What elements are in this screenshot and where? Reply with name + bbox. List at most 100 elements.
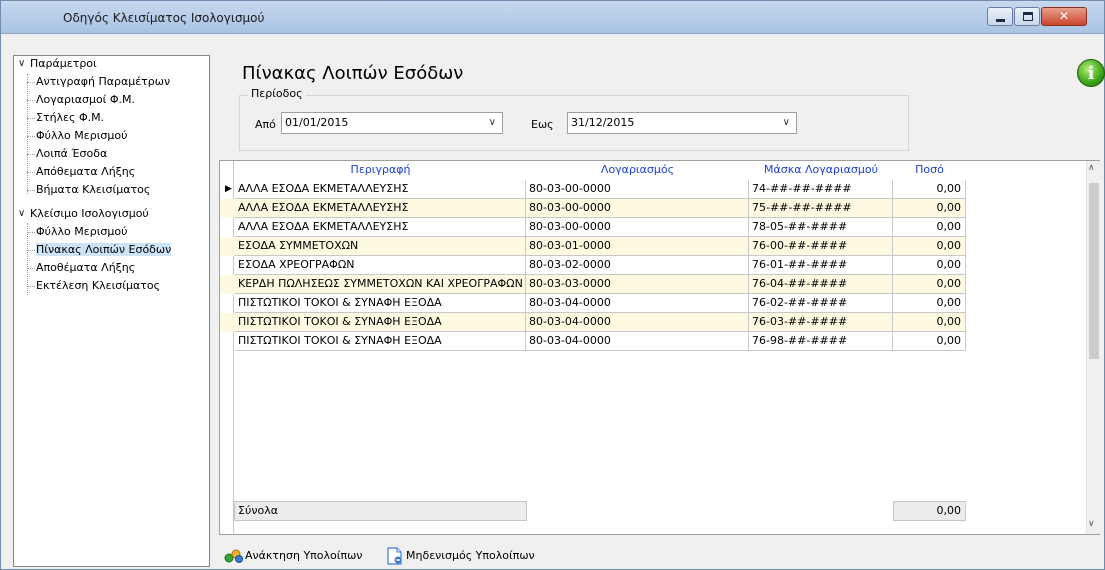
tree-node-label: Παράμετροι xyxy=(30,57,97,70)
totals-label: Σύνολα xyxy=(234,501,527,521)
cell-account[interactable]: 80-03-03-0000 xyxy=(526,275,749,294)
app-window: Οδηγός Κλεισίματος Ισολογισμού ✕ ∨ Παράμ… xyxy=(0,0,1105,570)
close-button[interactable]: ✕ xyxy=(1041,7,1087,26)
cell-account-mask[interactable]: 78-05-##-#### xyxy=(749,218,893,237)
tree-item-closing-stock-2[interactable]: Αποθέματα Λήξης xyxy=(36,260,135,276)
totals-value: 0,00 xyxy=(893,501,966,521)
cell-amount[interactable]: 0,00 xyxy=(893,275,966,294)
tree-item-execute-closing[interactable]: Εκτέλεση Κλεισίματος xyxy=(36,278,160,294)
cell-description[interactable]: ΕΣΟΔΑ ΧΡΕΟΓΡΑΦΩΝ xyxy=(235,256,526,275)
tree-line xyxy=(27,268,35,269)
to-label: Εως xyxy=(531,118,554,131)
cell-account[interactable]: 80-03-00-0000 xyxy=(526,180,749,199)
tree-line xyxy=(27,74,28,194)
table-row[interactable]: ΠΙΣΤΩΤΙΚΟΙ ΤΟΚΟΙ & ΣΥΝΑΦΗ ΕΞΟΔΑ 80-03-04-… xyxy=(220,313,966,332)
tree-item-columns[interactable]: Στήλες Φ.Μ. xyxy=(36,110,104,126)
cell-account-mask[interactable]: 76-00-##-#### xyxy=(749,237,893,256)
title-bar[interactable]: Οδηγός Κλεισίματος Ισολογισμού ✕ xyxy=(1,1,1104,34)
column-header-account[interactable]: Λογαριασμός xyxy=(526,163,749,179)
cell-account[interactable]: 80-03-01-0000 xyxy=(526,237,749,256)
table-row[interactable]: ▶ ΑΛΛΑ ΕΣΟΔΑ ΕΚΜΕΤΑΛΛΕΥΣΗΣ 80-03-00-0000 74… xyxy=(220,180,966,199)
tree-line xyxy=(27,118,35,119)
restore-balances-label: Ανάκτηση Υπολοίπων xyxy=(245,549,363,562)
tree-line xyxy=(27,250,35,251)
tree-line xyxy=(27,154,35,155)
cell-account-mask[interactable]: 76-04-##-#### xyxy=(749,275,893,294)
cell-account-mask[interactable]: 76-03-##-#### xyxy=(749,313,893,332)
cell-account[interactable]: 80-03-00-0000 xyxy=(526,199,749,218)
column-header-account-mask[interactable]: Μάσκα Λογαριασμού xyxy=(749,163,893,179)
tree-item-other-income[interactable]: Λοιπά Έσοδα xyxy=(36,146,107,162)
cell-amount[interactable]: 0,00 xyxy=(893,180,966,199)
cell-amount[interactable]: 0,00 xyxy=(893,332,966,351)
cell-amount[interactable]: 0,00 xyxy=(893,313,966,332)
tree-item-copy-parameters[interactable]: Αντιγραφή Παραμέτρων xyxy=(36,74,170,90)
cell-account-mask[interactable]: 76-01-##-#### xyxy=(749,256,893,275)
cell-description[interactable]: ΠΙΣΤΩΤΙΚΟΙ ΤΟΚΟΙ & ΣΥΝΑΦΗ ΕΞΟΔΑ xyxy=(235,294,526,313)
cell-account[interactable]: 80-03-00-0000 xyxy=(526,218,749,237)
zero-balances-label: Μηδενισμός Υπολοίπων xyxy=(406,549,535,562)
cell-account-mask[interactable]: 76-02-##-#### xyxy=(749,294,893,313)
from-date-select[interactable]: 01/01/2015 ∨ xyxy=(281,112,503,134)
cell-amount[interactable]: 0,00 xyxy=(893,218,966,237)
chevron-down-icon[interactable]: ∨ xyxy=(18,56,25,72)
cell-account-mask[interactable]: 76-98-##-#### xyxy=(749,332,893,351)
scroll-up-icon[interactable]: ∧ xyxy=(1088,163,1095,173)
cell-description[interactable]: ΠΙΣΤΩΤΙΚΟΙ ΤΟΚΟΙ & ΣΥΝΑΦΗ ΕΞΟΔΑ xyxy=(235,332,526,351)
period-legend: Περίοδος xyxy=(248,87,306,100)
main-panel: Πίνακας Λοιπών Εσόδων i Περίοδος Από 01/… xyxy=(215,55,1105,567)
vertical-scrollbar[interactable]: ∧ ∨ xyxy=(1086,161,1100,534)
scroll-down-icon[interactable]: ∨ xyxy=(1088,519,1095,529)
maximize-button[interactable] xyxy=(1014,7,1040,26)
data-grid[interactable]: Περιγραφή Λογαριασμός Μάσκα Λογαριασμού … xyxy=(219,160,1100,535)
tree-line xyxy=(27,100,35,101)
tree-item-closing-steps[interactable]: Βήματα Κλεισίματος xyxy=(36,182,150,198)
tree-item-accounts[interactable]: Λογαριασμοί Φ.Μ. xyxy=(36,92,135,108)
cell-account-mask[interactable]: 74-##-##-#### xyxy=(749,180,893,199)
tree-line xyxy=(27,286,35,287)
cell-description[interactable]: ΕΣΟΔΑ ΣΥΜΜΕΤΟΧΩΝ xyxy=(235,237,526,256)
chevron-down-icon[interactable]: ∨ xyxy=(783,113,790,133)
minimize-icon xyxy=(996,19,1005,22)
tree-line xyxy=(27,172,35,173)
tree-line xyxy=(27,232,35,233)
cell-description[interactable]: ΚΕΡΔΗ ΠΩΛΗΣΕΩΣ ΣΥΜΜΕΤΟΧΩΝ ΚΑΙ ΧΡΕΟΓΡΑΦΩΝ xyxy=(235,275,526,294)
tree-line xyxy=(27,190,35,191)
table-row[interactable]: ΕΣΟΔΑ ΧΡΕΟΓΡΑΦΩΝ 80-03-02-0000 76-01-##-##… xyxy=(220,256,966,275)
cell-account[interactable]: 80-03-04-0000 xyxy=(526,332,749,351)
table-row[interactable]: ΑΛΛΑ ΕΣΟΔΑ ΕΚΜΕΤΑΛΛΕΥΣΗΣ 80-03-00-0000 78-… xyxy=(220,218,966,237)
table-row[interactable]: ΑΛΛΑ ΕΣΟΔΑ ΕΚΜΕΤΑΛΛΕΥΣΗΣ 80-03-00-0000 75-… xyxy=(220,199,966,218)
cell-account-mask[interactable]: 75-##-##-#### xyxy=(749,199,893,218)
table-row[interactable]: ΚΕΡΔΗ ΠΩΛΗΣΕΩΣ ΣΥΜΜΕΤΟΧΩΝ ΚΑΙ ΧΡΕΟΓΡΑΦΩΝ… xyxy=(220,275,966,294)
table-row[interactable]: ΕΣΟΔΑ ΣΥΜΜΕΤΟΧΩΝ 80-03-01-0000 76-00-##-##… xyxy=(220,237,966,256)
close-icon: ✕ xyxy=(1058,9,1070,23)
tree-item-closing-stock[interactable]: Απόθεματα Λήξης xyxy=(36,164,135,180)
column-header-description[interactable]: Περιγραφή xyxy=(235,163,526,179)
info-icon[interactable]: i xyxy=(1077,59,1105,87)
cell-description[interactable]: ΑΛΛΑ ΕΣΟΔΑ ΕΚΜΕΤΑΛΛΕΥΣΗΣ xyxy=(235,199,526,218)
scrollbar-thumb[interactable] xyxy=(1089,183,1099,359)
cell-description[interactable]: ΑΛΛΑ ΕΣΟΔΑ ΕΚΜΕΤΑΛΛΕΥΣΗΣ xyxy=(235,180,526,199)
to-date-select[interactable]: 31/12/2015 ∨ xyxy=(567,112,797,134)
cell-amount[interactable]: 0,00 xyxy=(893,256,966,275)
table-row[interactable]: ΠΙΣΤΩΤΙΚΟΙ ΤΟΚΟΙ & ΣΥΝΑΦΗ ΕΞΟΔΑ 80-03-04-… xyxy=(220,332,966,351)
restore-icon xyxy=(224,549,243,563)
cell-account[interactable]: 80-03-02-0000 xyxy=(526,256,749,275)
tree-item-distribution-sheet-2[interactable]: Φύλλο Μερισμού xyxy=(36,224,127,240)
cell-amount[interactable]: 0,00 xyxy=(893,294,966,313)
table-row[interactable]: ΠΙΣΤΩΤΙΚΟΙ ΤΟΚΟΙ & ΣΥΝΑΦΗ ΕΞΟΔΑ 80-03-04-… xyxy=(220,294,966,313)
cell-description[interactable]: ΑΛΛΑ ΕΣΟΔΑ ΕΚΜΕΤΑΛΛΕΥΣΗΣ xyxy=(235,218,526,237)
chevron-down-icon[interactable]: ∨ xyxy=(489,113,496,133)
column-header-amount[interactable]: Ποσό xyxy=(893,163,966,179)
minimize-button[interactable] xyxy=(987,7,1013,26)
chevron-down-icon[interactable]: ∨ xyxy=(18,206,25,222)
tree-line xyxy=(27,223,28,295)
cell-amount[interactable]: 0,00 xyxy=(893,199,966,218)
current-row-indicator-icon: ▶ xyxy=(225,184,232,194)
cell-account[interactable]: 80-03-04-0000 xyxy=(526,313,749,332)
cell-description[interactable]: ΠΙΣΤΩΤΙΚΟΙ ΤΟΚΟΙ & ΣΥΝΑΦΗ ΕΞΟΔΑ xyxy=(235,313,526,332)
tree-item-distribution-sheet[interactable]: Φύλλο Μερισμού xyxy=(36,128,127,144)
cell-account[interactable]: 80-03-04-0000 xyxy=(526,294,749,313)
tree-item-other-income-table[interactable]: Πίνακας Λοιπών Εσόδων xyxy=(36,242,172,258)
cell-amount[interactable]: 0,00 xyxy=(893,237,966,256)
